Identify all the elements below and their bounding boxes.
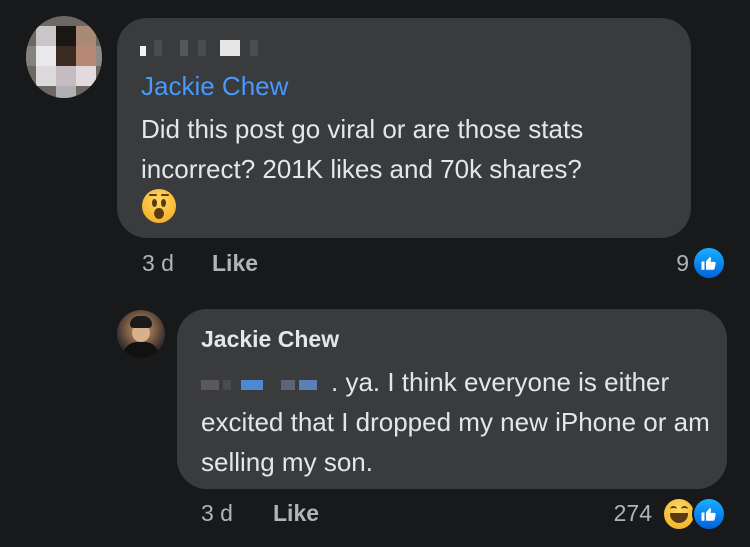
thumbs-up-icon [701,257,716,270]
reply-timestamp[interactable]: 3 d [201,500,233,527]
like-reaction-icon[interactable] [692,246,726,280]
reply-author-avatar[interactable] [117,310,165,358]
reply-text-block: . ya. I think everyone is either excited… [201,362,716,482]
mention-link[interactable]: Jackie Chew [141,71,288,102]
redacted-mention [201,374,331,394]
comment-thread: Jackie Chew Did this post go viral or ar… [0,0,750,547]
reaction-count[interactable]: 9 [665,250,689,277]
reply-like-button[interactable]: Like [273,500,319,527]
like-button[interactable]: Like [212,250,258,277]
comment-text: Did this post go viral or are those stat… [141,114,584,184]
haha-reaction-icon[interactable] [662,497,696,531]
thumbs-up-icon [701,508,716,521]
redacted-commenter-name [140,40,270,56]
commenter-avatar[interactable] [26,16,102,98]
like-reaction-icon[interactable] [692,497,726,531]
comment-timestamp[interactable]: 3 d [142,250,174,277]
hushed-face-icon [142,189,176,223]
reply-reaction-count[interactable]: 274 [590,500,652,527]
reply-author-name[interactable]: Jackie Chew [201,326,339,353]
